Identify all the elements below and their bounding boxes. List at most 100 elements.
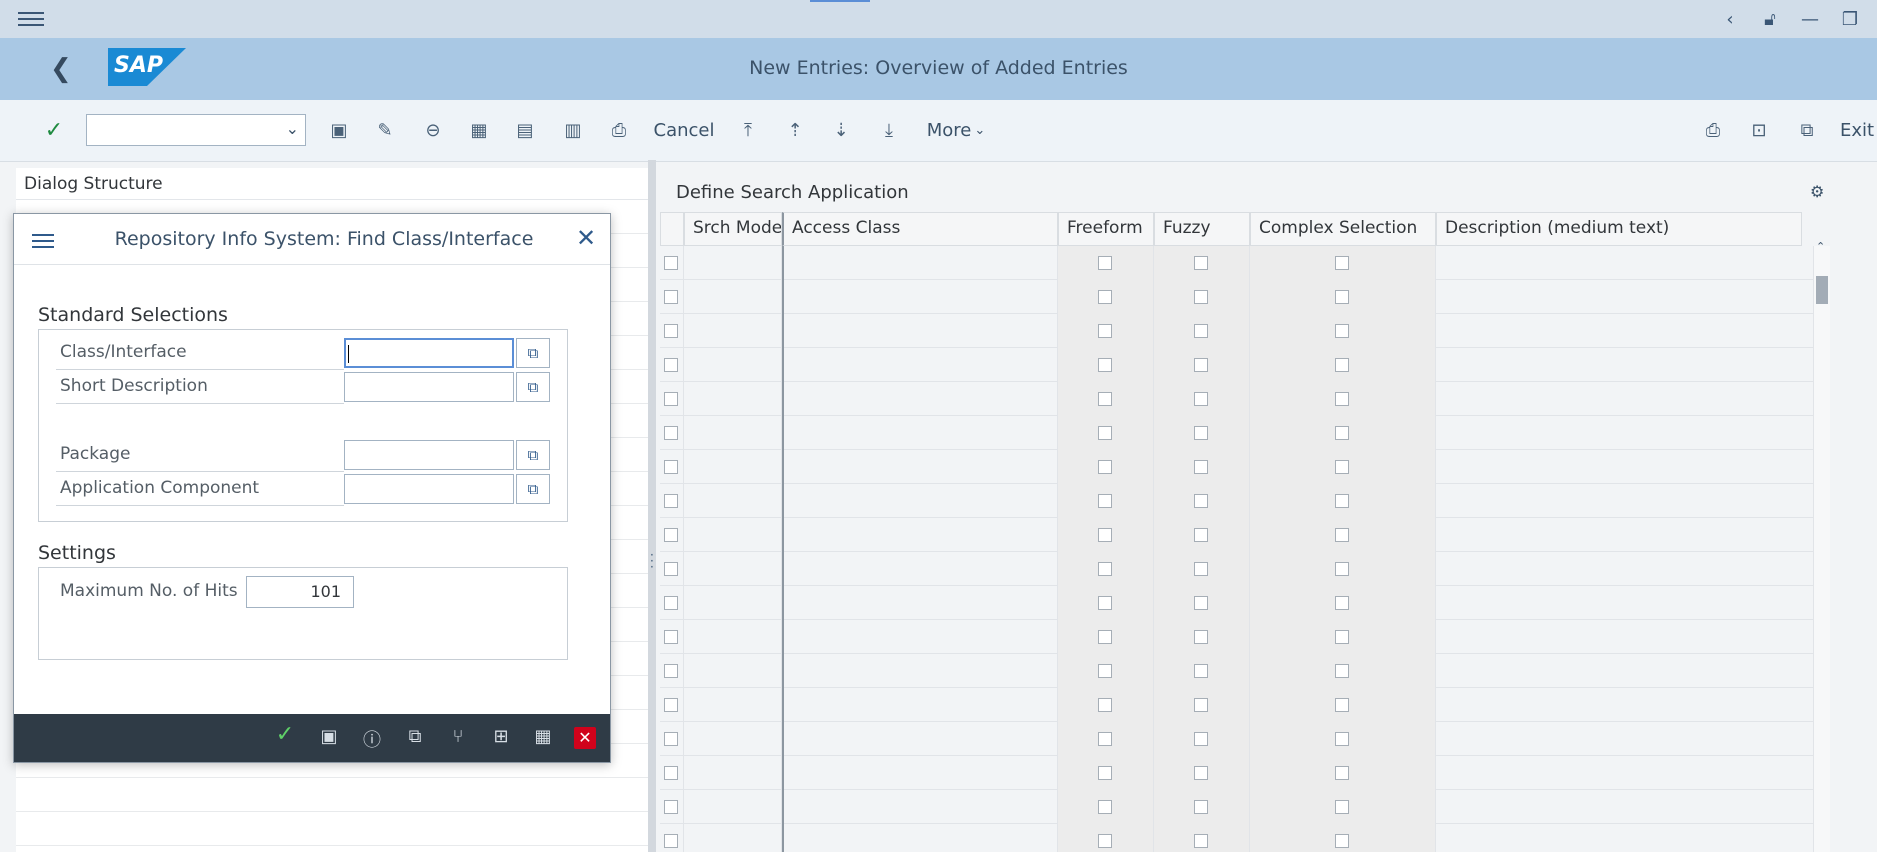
- table-cell[interactable]: [1058, 484, 1154, 518]
- lock-icon[interactable]: 🔓︎: [1757, 9, 1783, 30]
- table-checkbox[interactable]: [1335, 358, 1349, 372]
- table-cell[interactable]: [1436, 518, 1814, 552]
- table-checkbox[interactable]: [1194, 324, 1208, 338]
- scroll-thumb[interactable]: [1816, 276, 1828, 304]
- table-checkbox[interactable]: [1194, 494, 1208, 508]
- table-row[interactable]: [660, 552, 1830, 586]
- table-checkbox[interactable]: [1098, 562, 1112, 576]
- table-checkbox[interactable]: [1194, 698, 1208, 712]
- table-cell[interactable]: [684, 688, 782, 722]
- table-cell[interactable]: [1250, 450, 1436, 484]
- table-checkbox[interactable]: [1335, 426, 1349, 440]
- row-select-checkbox[interactable]: [664, 460, 678, 474]
- table-cell[interactable]: [1154, 552, 1250, 586]
- table-checkbox[interactable]: [1335, 596, 1349, 610]
- package-input[interactable]: [344, 440, 514, 470]
- table-cell[interactable]: [1436, 280, 1814, 314]
- table-cell[interactable]: [684, 552, 782, 586]
- table-cell[interactable]: [1058, 518, 1154, 552]
- table-cell[interactable]: [1058, 620, 1154, 654]
- table-cell[interactable]: [1154, 348, 1250, 382]
- application-component-multiple-selection-icon[interactable]: ⧉: [516, 474, 550, 504]
- row-select-checkbox[interactable]: [664, 766, 678, 780]
- short-description-multiple-selection-icon[interactable]: ⧉: [516, 372, 550, 402]
- table-checkbox[interactable]: [1098, 630, 1112, 644]
- table-cell[interactable]: [684, 416, 782, 450]
- table-cell[interactable]: [1250, 756, 1436, 790]
- table-cell[interactable]: [1154, 246, 1250, 280]
- table-cell[interactable]: [684, 620, 782, 654]
- table-row[interactable]: [660, 280, 1830, 314]
- table-cell[interactable]: [782, 824, 1058, 852]
- table-cell[interactable]: [684, 314, 782, 348]
- table-checkbox[interactable]: [1098, 800, 1112, 814]
- table-cell[interactable]: [782, 382, 1058, 416]
- table-checkbox[interactable]: [1194, 392, 1208, 406]
- table-row[interactable]: [660, 722, 1830, 756]
- table-cell[interactable]: [782, 314, 1058, 348]
- table-checkbox[interactable]: [1194, 630, 1208, 644]
- cancel-button[interactable]: Cancel: [654, 116, 715, 144]
- table-cell[interactable]: [1250, 722, 1436, 756]
- table-row[interactable]: [660, 416, 1830, 450]
- table-checkbox[interactable]: [1098, 324, 1112, 338]
- table-cell[interactable]: [1058, 450, 1154, 484]
- table-checkbox[interactable]: [1098, 732, 1112, 746]
- table-checkbox[interactable]: [1194, 800, 1208, 814]
- row-select-checkbox[interactable]: [664, 358, 678, 372]
- table-cell[interactable]: [1154, 654, 1250, 688]
- row-select-checkbox[interactable]: [664, 392, 678, 406]
- table-cell[interactable]: [1058, 382, 1154, 416]
- column-header-fuzzy[interactable]: Fuzzy: [1154, 212, 1250, 246]
- last-page-icon[interactable]: ⤓: [876, 116, 902, 144]
- table-cell[interactable]: [1154, 484, 1250, 518]
- table-checkbox[interactable]: [1098, 528, 1112, 542]
- hamburger-menu-icon[interactable]: [18, 8, 44, 30]
- table-checkbox[interactable]: [1335, 766, 1349, 780]
- table-cell[interactable]: [1154, 586, 1250, 620]
- table-cell[interactable]: [1154, 790, 1250, 824]
- scroll-up-icon[interactable]: ⌃: [1816, 240, 1825, 253]
- table-cell[interactable]: [1154, 620, 1250, 654]
- table-cell[interactable]: [684, 280, 782, 314]
- table-checkbox[interactable]: [1335, 834, 1349, 848]
- table-checkbox[interactable]: [1194, 562, 1208, 576]
- save-icon[interactable]: ▣: [326, 116, 352, 144]
- table-cell[interactable]: [1154, 688, 1250, 722]
- table-checkbox[interactable]: [1194, 460, 1208, 474]
- class-interface-multiple-selection-icon[interactable]: ⧉: [516, 338, 550, 368]
- application-component-input[interactable]: [344, 474, 514, 504]
- deselect-all-icon[interactable]: ▥: [560, 116, 586, 144]
- table-checkbox[interactable]: [1194, 358, 1208, 372]
- more-menu-button[interactable]: More ⌄: [922, 116, 990, 144]
- table-cell[interactable]: [1250, 518, 1436, 552]
- table-cell[interactable]: [684, 586, 782, 620]
- print-icon[interactable]: ⎙: [1700, 116, 1726, 144]
- close-icon[interactable]: ✕: [576, 224, 596, 252]
- table-cell[interactable]: [782, 756, 1058, 790]
- table-row[interactable]: [660, 756, 1830, 790]
- table-cell[interactable]: [684, 450, 782, 484]
- table-row[interactable]: [660, 688, 1830, 722]
- table-cell[interactable]: [1250, 280, 1436, 314]
- table-checkbox[interactable]: [1335, 800, 1349, 814]
- table-cell[interactable]: [1436, 756, 1814, 790]
- table-row[interactable]: [660, 824, 1830, 852]
- table-checkbox[interactable]: [1335, 392, 1349, 406]
- panel-splitter[interactable]: · · ·: [648, 160, 656, 852]
- table-checkbox[interactable]: [1098, 664, 1112, 678]
- table-cell[interactable]: [1058, 654, 1154, 688]
- table-checkbox[interactable]: [1335, 290, 1349, 304]
- execute-check-icon[interactable]: ✓: [272, 722, 298, 747]
- table-checkbox[interactable]: [1098, 426, 1112, 440]
- table-cell[interactable]: [782, 518, 1058, 552]
- dialog-menu-icon[interactable]: [32, 230, 54, 252]
- table-row[interactable]: [660, 790, 1830, 824]
- edit-pencil-icon[interactable]: ✎: [372, 116, 398, 144]
- table-cell[interactable]: [1436, 314, 1814, 348]
- table-checkbox[interactable]: [1335, 460, 1349, 474]
- table-cell[interactable]: [1250, 824, 1436, 852]
- row-select-checkbox[interactable]: [664, 596, 678, 610]
- column-header-freeform[interactable]: Freeform: [1058, 212, 1154, 246]
- table-cell[interactable]: [1154, 280, 1250, 314]
